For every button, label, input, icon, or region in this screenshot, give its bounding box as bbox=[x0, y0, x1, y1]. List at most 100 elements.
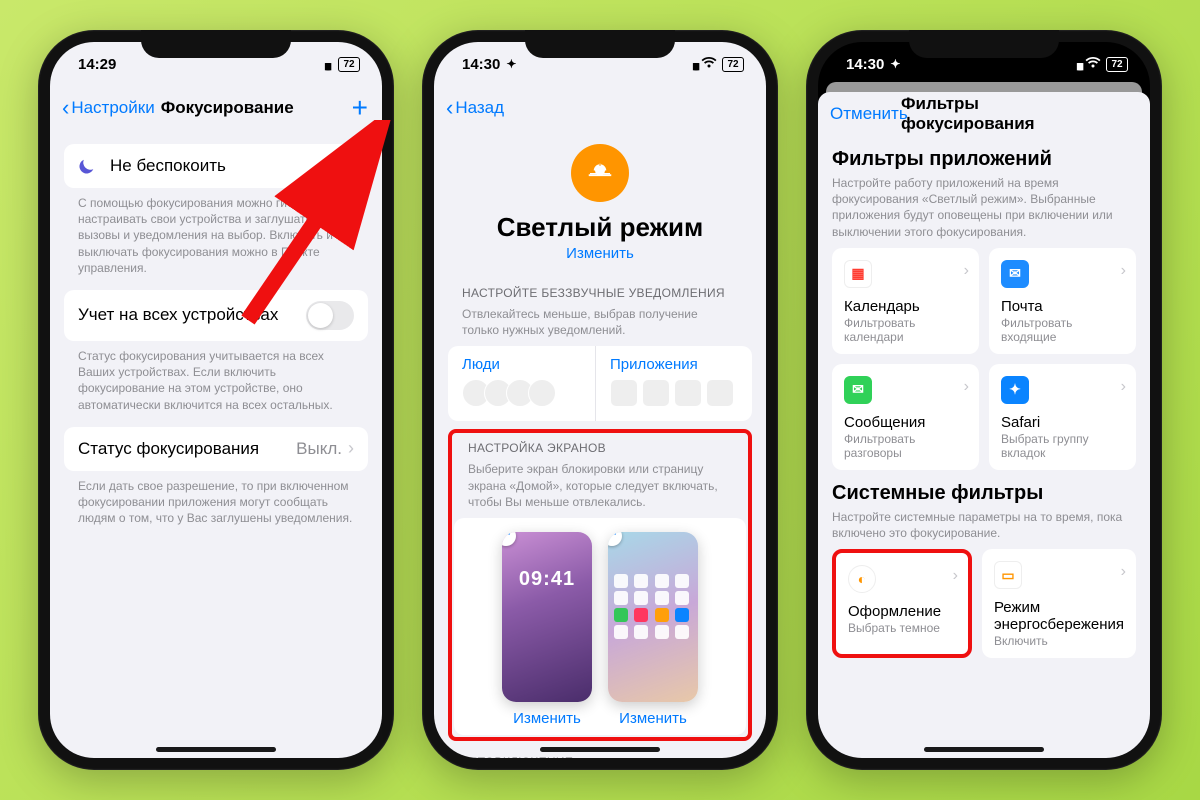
app-filters-title: Фильтры приложений bbox=[818, 136, 1150, 173]
tile-appearance[interactable]: › ◐ Оформление Выбрать темное bbox=[832, 549, 972, 658]
allowed-row: Люди Приложения bbox=[448, 346, 752, 421]
tile-title: Почта bbox=[1001, 298, 1124, 315]
tile-subtitle: Включить bbox=[994, 634, 1124, 648]
chevron-right-icon: › bbox=[1121, 262, 1126, 280]
edit-homescreen-link[interactable]: Изменить bbox=[608, 710, 698, 727]
focus-mode-icon bbox=[571, 144, 629, 202]
rename-link[interactable]: Изменить bbox=[448, 245, 752, 262]
notch bbox=[525, 30, 675, 58]
moon-icon bbox=[78, 157, 100, 175]
tile-messages[interactable]: › ✉ Сообщения Фильтровать разговоры bbox=[832, 364, 979, 470]
dnd-row[interactable]: Не беспокоить › bbox=[64, 144, 368, 188]
share-across-row[interactable]: Учет на всех устройствах bbox=[64, 290, 368, 341]
messages-icon: ✉ bbox=[844, 376, 872, 404]
caption-1: С помощью фокусирования можно гибко наст… bbox=[64, 188, 368, 276]
dnd-label: Не беспокоить bbox=[110, 156, 348, 176]
highlight-box-screens: НАСТРОЙКА ЭКРАНОВ Выберите экран блокиро… bbox=[448, 429, 752, 741]
cancel-button[interactable]: Отменить bbox=[830, 104, 908, 124]
homescreen-preview[interactable]: − bbox=[608, 532, 698, 702]
system-filters-caption: Настройте системные параметры на то врем… bbox=[818, 507, 1150, 549]
screen-2: 14:30 ✦ 72 ‹ Назад Светлый режим Изменит… bbox=[434, 42, 766, 758]
chevron-right-icon: › bbox=[348, 156, 354, 177]
tile-subtitle: Фильтровать разговоры bbox=[844, 432, 967, 460]
mail-icon: ✉ bbox=[1001, 260, 1029, 288]
battery-mode-icon: ▭ bbox=[994, 561, 1022, 589]
phone-frame-3: 14:30 ✦ 72 Отменить Фильтры фокусировани… bbox=[806, 30, 1162, 770]
modal-sheet: Отменить Фильтры фокусирования Фильтры п… bbox=[818, 92, 1150, 758]
focus-status-label: Статус фокусирования bbox=[78, 439, 296, 459]
tile-calendar[interactable]: › ▦ Календарь Фильтровать календари bbox=[832, 248, 979, 354]
content-area: Не беспокоить › С помощью фокусирования … bbox=[50, 130, 382, 758]
system-filters-title: Системные фильтры bbox=[818, 470, 1150, 507]
chevron-right-icon: › bbox=[1121, 378, 1126, 396]
caption-2: Статус фокусирования учитывается на всех… bbox=[64, 341, 368, 413]
tile-title: Safari bbox=[1001, 414, 1124, 431]
focus-indicator-icon: ✦ bbox=[890, 57, 900, 71]
notch bbox=[141, 30, 291, 58]
nav-title: Фокусирование bbox=[161, 98, 294, 118]
tile-subtitle: Фильтровать календари bbox=[844, 316, 967, 344]
focus-status-row[interactable]: Статус фокусирования Выкл. › bbox=[64, 427, 368, 471]
sheet-nav: Отменить Фильтры фокусирования bbox=[818, 92, 1150, 136]
wifi-icon bbox=[701, 56, 717, 73]
add-button[interactable]: + bbox=[352, 94, 368, 122]
mini-clock: 09:41 bbox=[502, 532, 592, 591]
nav-bar: ‹ Назад bbox=[434, 86, 766, 130]
lockscreen-preview[interactable]: − 09:41 bbox=[502, 532, 592, 702]
back-label: Настройки bbox=[71, 98, 154, 118]
people-cell[interactable]: Люди bbox=[448, 346, 595, 421]
focus-status-value: Выкл. bbox=[296, 439, 342, 459]
chevron-right-icon: › bbox=[348, 438, 354, 459]
status-time: 14:30 bbox=[846, 56, 884, 73]
screen-1: 14:29 72 ‹ Настройки Фокусирование + bbox=[50, 42, 382, 758]
chevron-right-icon: › bbox=[953, 567, 958, 585]
share-toggle[interactable] bbox=[306, 301, 354, 330]
appearance-icon: ◐ bbox=[848, 565, 876, 593]
hero: Светлый режим Изменить bbox=[448, 130, 752, 268]
back-label: Назад bbox=[455, 98, 504, 118]
caption-3: Если дать свое разрешение, то при включе… bbox=[64, 471, 368, 527]
tile-lowpower[interactable]: › ▭ Режим энергосбережения Включить bbox=[982, 549, 1136, 658]
apps-icons bbox=[610, 379, 738, 407]
nav-bar: ‹ Настройки Фокусирование + bbox=[50, 86, 382, 130]
silence-caption: Отвлекайтесь меньше, выбрав получение то… bbox=[448, 304, 752, 346]
back-button[interactable]: ‹ Назад bbox=[446, 97, 504, 119]
chevron-left-icon: ‹ bbox=[62, 97, 69, 119]
battery-icon: 72 bbox=[1106, 57, 1128, 72]
home-indicator[interactable] bbox=[924, 747, 1044, 752]
edit-lockscreen-link[interactable]: Изменить bbox=[502, 710, 592, 727]
status-time: 14:30 bbox=[462, 56, 500, 73]
back-button[interactable]: ‹ Настройки bbox=[62, 97, 155, 119]
tile-title: Сообщения bbox=[844, 414, 967, 431]
tile-subtitle: Выбрать группу вкладок bbox=[1001, 432, 1124, 460]
cellular-icon bbox=[324, 56, 328, 73]
safari-icon: ✦ bbox=[1001, 376, 1029, 404]
tile-subtitle: Выбрать темное bbox=[848, 621, 956, 635]
silence-header: НАСТРОЙТЕ БЕЗЗВУЧНЫЕ УВЕДОМЛЕНИЯ bbox=[448, 268, 752, 304]
content-area: Светлый режим Изменить НАСТРОЙТЕ БЕЗЗВУЧ… bbox=[434, 130, 766, 758]
phone-frame-1: 14:29 72 ‹ Настройки Фокусирование + bbox=[38, 30, 394, 770]
home-indicator[interactable] bbox=[156, 747, 276, 752]
status-time: 14:29 bbox=[78, 56, 116, 73]
wifi-icon bbox=[1085, 56, 1101, 73]
people-label: Люди bbox=[462, 356, 581, 373]
cellular-icon bbox=[1076, 56, 1080, 73]
people-avatars bbox=[462, 379, 581, 407]
cellular-icon bbox=[692, 56, 696, 73]
home-indicator[interactable] bbox=[540, 747, 660, 752]
tile-safari[interactable]: › ✦ Safari Выбрать группу вкладок bbox=[989, 364, 1136, 470]
share-label: Учет на всех устройствах bbox=[78, 305, 306, 325]
chevron-right-icon: › bbox=[964, 262, 969, 280]
sheet-title: Фильтры фокусирования bbox=[901, 94, 1067, 134]
app-filters-caption: Настройте работу приложений на время фок… bbox=[818, 173, 1150, 248]
tile-mail[interactable]: › ✉ Почта Фильтровать входящие bbox=[989, 248, 1136, 354]
phone-frame-2: 14:30 ✦ 72 ‹ Назад Светлый режим Изменит… bbox=[422, 30, 778, 770]
focus-name: Светлый режим bbox=[448, 212, 752, 243]
app-filters-grid: › ▦ Календарь Фильтровать календари › ✉ … bbox=[818, 248, 1150, 470]
calendar-icon: ▦ bbox=[844, 260, 872, 288]
chevron-left-icon: ‹ bbox=[446, 97, 453, 119]
tile-title: Оформление bbox=[848, 603, 956, 620]
battery-icon: 72 bbox=[722, 57, 744, 72]
chevron-right-icon: › bbox=[1121, 563, 1126, 581]
apps-cell[interactable]: Приложения bbox=[595, 346, 752, 421]
